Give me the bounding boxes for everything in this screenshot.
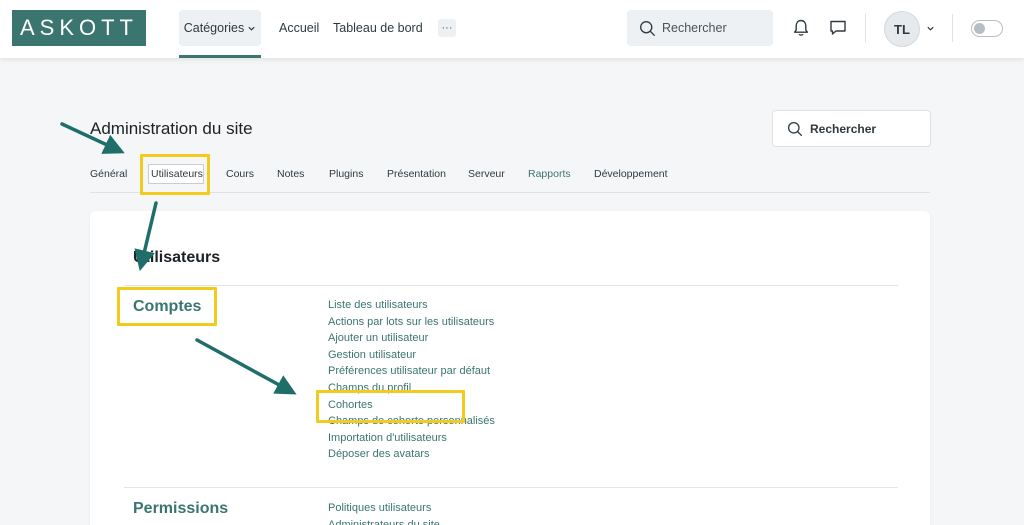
divider: [124, 285, 898, 286]
site-logo[interactable]: ASKOTT: [12, 10, 146, 46]
chat-icon[interactable]: [828, 18, 848, 38]
top-navbar: ASKOTT Catégories Accueil Tableau de bor…: [0, 0, 1024, 58]
tab-grades[interactable]: Notes: [277, 168, 304, 180]
tab-highlight-box: [140, 154, 210, 195]
nav-categories[interactable]: Catégories: [179, 10, 261, 46]
tab-development[interactable]: Développement: [594, 168, 668, 180]
link-upload-avatars[interactable]: Déposer des avatars: [328, 446, 495, 463]
section-title: Utilisateurs: [133, 249, 221, 266]
nav-home[interactable]: Accueil: [279, 10, 319, 46]
admin-search-button[interactable]: Rechercher: [772, 110, 931, 147]
search-icon: [640, 20, 655, 36]
tab-general[interactable]: Général: [90, 168, 127, 180]
search-icon: [787, 121, 803, 136]
divider: [124, 487, 898, 488]
admin-tabs: Général Utilisateurs Cours Notes Plugins…: [90, 160, 930, 193]
nav-more-button[interactable]: ···: [438, 19, 456, 37]
chevron-down-icon[interactable]: [926, 24, 935, 33]
link-bulk-user-actions[interactable]: Actions par lots sur les utilisateurs: [328, 314, 495, 331]
accounts-link-list: Liste des utilisateurs Actions par lots …: [328, 297, 495, 463]
nav-dashboard[interactable]: Tableau de bord: [333, 10, 423, 46]
navbar-separator: [952, 14, 953, 42]
link-site-admins[interactable]: Administrateurs du site: [328, 517, 440, 525]
user-avatar[interactable]: TL: [884, 11, 920, 47]
nav-categories-label: Catégories: [183, 21, 245, 35]
page-title: Administration du site: [90, 119, 253, 138]
admin-search-label: Rechercher: [810, 121, 877, 136]
group-highlight-box: [117, 287, 217, 326]
link-user-policies[interactable]: Politiques utilisateurs: [328, 500, 440, 517]
link-add-user[interactable]: Ajouter un utilisateur: [328, 330, 495, 347]
link-user-management[interactable]: Gestion utilisateur: [328, 347, 495, 364]
tab-plugins[interactable]: Plugins: [329, 168, 363, 180]
bell-icon[interactable]: [791, 18, 811, 38]
tab-reports[interactable]: Rapports: [528, 168, 571, 180]
tab-server[interactable]: Serveur: [468, 168, 505, 180]
chevron-down-icon: [248, 26, 255, 31]
active-nav-indicator: [179, 55, 261, 58]
link-highlight-box: [316, 390, 465, 423]
navbar-separator: [865, 14, 866, 42]
link-default-preferences[interactable]: Préférences utilisateur par défaut: [328, 363, 495, 380]
navbar-search-label: Rechercher: [662, 21, 727, 35]
link-import-users[interactable]: Importation d'utilisateurs: [328, 430, 495, 447]
navbar-search-button[interactable]: Rechercher: [627, 10, 773, 46]
edit-mode-toggle[interactable]: [971, 20, 1003, 37]
tab-appearance[interactable]: Présentation: [387, 168, 446, 180]
permissions-link-list: Politiques utilisateurs Administrateurs …: [328, 500, 440, 525]
link-user-list[interactable]: Liste des utilisateurs: [328, 297, 495, 314]
tab-courses[interactable]: Cours: [226, 168, 254, 180]
group-title-permissions: Permissions: [133, 500, 229, 517]
